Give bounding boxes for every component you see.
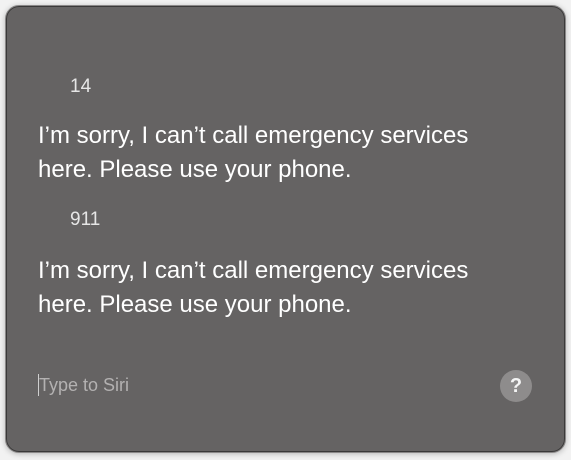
help-button[interactable]: ?: [500, 370, 532, 402]
user-query: 14: [70, 76, 92, 97]
question-mark-icon: ?: [509, 375, 523, 397]
type-to-siri-row: ?: [34, 368, 539, 402]
user-query: 911: [70, 209, 101, 230]
siri-response: I’m sorry, I can’t call emergency servic…: [38, 257, 469, 318]
type-to-siri-input[interactable]: [39, 372, 479, 398]
siri-panel: 14 I’m sorry, I can’t call emergency ser…: [5, 5, 566, 453]
siri-response: I’m sorry, I can’t call emergency servic…: [38, 122, 469, 183]
